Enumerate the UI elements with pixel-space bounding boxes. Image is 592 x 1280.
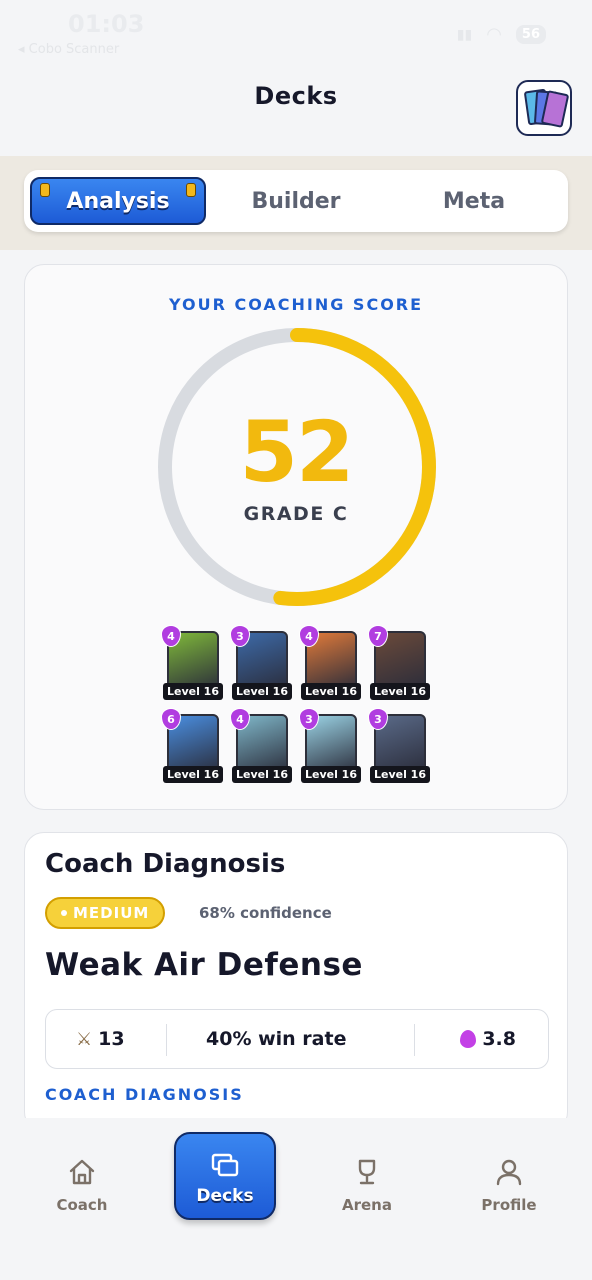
gem-icon <box>186 183 196 197</box>
avg-elixir-value: 3.8 <box>482 1028 516 1050</box>
battles-count: 13 <box>98 1028 125 1050</box>
confidence-text: 68% confidence <box>199 904 332 922</box>
tab-builder[interactable]: Builder <box>222 177 370 225</box>
card-level-label: Level 16 <box>370 766 430 783</box>
card-level-label: Level 16 <box>232 766 292 783</box>
bottom-navigation: Coach Decks Arena Profile <box>0 1118 592 1280</box>
stat-divider <box>414 1024 415 1056</box>
nav-coach-label: Coach <box>56 1196 108 1214</box>
back-to-app-link[interactable]: ◂ Cobo Scanner <box>18 42 119 57</box>
tab-builder-label: Builder <box>251 188 341 214</box>
nav-profile-label: Profile <box>481 1196 537 1214</box>
signal-icon: ▮▮ <box>456 26 473 43</box>
section-label: COACH DIAGNOSIS <box>45 1085 244 1104</box>
trophy-icon <box>358 1159 376 1185</box>
score-eyebrow: YOUR COACHING SCORE <box>168 295 424 314</box>
status-time: 01:03 <box>68 10 145 38</box>
gem-icon <box>40 183 50 197</box>
diagnosis-title: Coach Diagnosis <box>45 849 286 879</box>
nav-coach[interactable]: Coach <box>32 1158 132 1214</box>
nav-decks[interactable]: Decks <box>174 1132 276 1220</box>
win-rate-stat: 40% win rate <box>206 1028 347 1050</box>
tab-meta[interactable]: Meta <box>404 177 544 225</box>
deck-card[interactable]: 3 Level 16 <box>368 708 430 784</box>
card-level-label: Level 16 <box>370 683 430 700</box>
score-grade: GRADE C <box>243 503 349 525</box>
wifi-icon: ◠ <box>486 24 502 45</box>
diagnosis-headline: Weak Air Defense <box>45 947 363 983</box>
battery-indicator: 56 <box>515 25 546 44</box>
diagnosis-card: Coach Diagnosis MEDIUM 68% confidence We… <box>24 832 568 1132</box>
nav-arena-label: Arena <box>342 1196 392 1214</box>
tab-analysis[interactable]: Analysis <box>30 177 206 225</box>
nav-profile[interactable]: Profile <box>459 1158 559 1214</box>
card-level-label: Level 16 <box>163 683 223 700</box>
decks-icon <box>211 1153 239 1177</box>
coaching-score-card: YOUR COACHING SCORE 52 GRADE C 4 Level 16… <box>24 264 568 810</box>
card-level-label: Level 16 <box>163 766 223 783</box>
tab-analysis-label: Analysis <box>66 188 170 214</box>
deck-card[interactable]: 4 Level 16 <box>161 625 223 701</box>
stats-row: ⚔ 13 40% win rate 3.8 <box>45 1009 549 1069</box>
status-bar: 01:03 ◂ Cobo Scanner ▮▮ ◠ 56 <box>0 0 592 62</box>
home-icon <box>69 1159 95 1185</box>
card-level-label: Level 16 <box>301 766 361 783</box>
deck-card[interactable]: 3 Level 16 <box>299 708 361 784</box>
severity-badge: MEDIUM <box>45 897 166 929</box>
deck-card[interactable]: 6 Level 16 <box>161 708 223 784</box>
deck-card[interactable]: 7 Level 16 <box>368 625 430 701</box>
score-value: 52 <box>239 403 355 501</box>
card-level-label: Level 16 <box>232 683 292 700</box>
page-title: Decks <box>254 82 338 110</box>
card-collection-button[interactable] <box>516 80 572 136</box>
battles-stat: ⚔ 13 <box>76 1010 125 1068</box>
deck-card[interactable]: 4 Level 16 <box>299 625 361 701</box>
tab-meta-label: Meta <box>442 188 506 214</box>
tab-bar-band: Analysis Builder Meta <box>0 156 592 250</box>
status-icons: ▮▮ ◠ 56 <box>457 24 546 45</box>
crossed-swords-icon: ⚔ <box>76 1028 93 1050</box>
user-icon <box>496 1159 522 1186</box>
severity-dot-icon <box>61 910 67 916</box>
elixir-drop-icon <box>460 1030 477 1048</box>
segmented-control: Analysis Builder Meta <box>24 170 568 232</box>
card-level-label: Level 16 <box>301 683 361 700</box>
severity-label: MEDIUM <box>73 904 150 922</box>
nav-arena[interactable]: Arena <box>317 1158 417 1214</box>
stat-divider <box>166 1024 167 1056</box>
deck-card[interactable]: 3 Level 16 <box>230 625 292 701</box>
deck-card[interactable]: 4 Level 16 <box>230 708 292 784</box>
nav-decks-label: Decks <box>196 1186 254 1206</box>
avg-elixir-stat: 3.8 <box>460 1010 516 1068</box>
